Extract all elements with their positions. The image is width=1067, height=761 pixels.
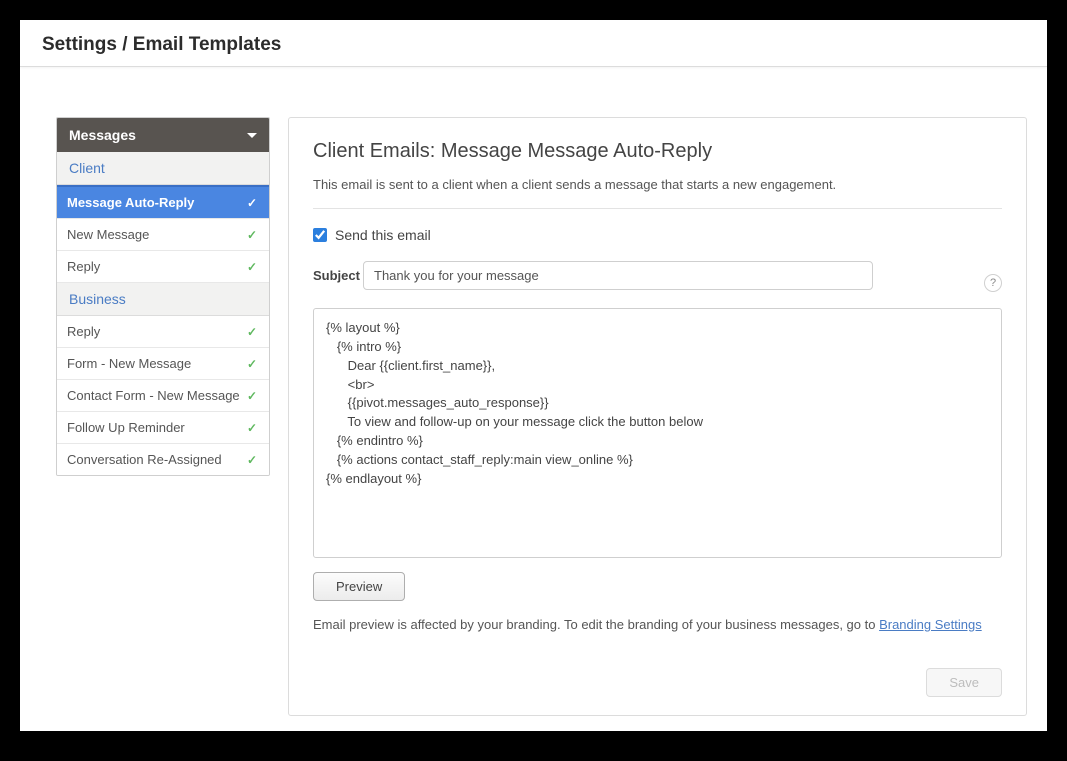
check-icon: ✓	[247, 325, 257, 339]
sidebar-section-business: Business	[57, 283, 269, 316]
subject-label: Subject	[313, 268, 363, 283]
subject-input[interactable]	[363, 261, 873, 290]
divider	[313, 208, 1002, 209]
titlebar: Settings / Email Templates	[20, 20, 1047, 67]
send-email-label: Send this email	[335, 227, 431, 243]
sidebar-item-label: Contact Form - New Message	[67, 388, 240, 403]
branding-hint: Email preview is affected by your brandi…	[313, 617, 1002, 632]
sidebar-item-label: Form - New Message	[67, 356, 191, 371]
check-icon: ✓	[247, 228, 257, 242]
sidebar-header-label: Messages	[69, 127, 136, 143]
email-body-editor[interactable]	[313, 308, 1002, 558]
check-icon: ✓	[247, 357, 257, 371]
sidebar-item-label: Conversation Re-Assigned	[67, 452, 222, 467]
content-heading: Client Emails: Message Message Auto-Repl…	[313, 140, 1002, 163]
sidebar-item-label: Follow Up Reminder	[67, 420, 185, 435]
sidebar-item-form-new-message[interactable]: Form - New Message ✓	[57, 348, 269, 380]
sidebar-item-follow-up-reminder[interactable]: Follow Up Reminder ✓	[57, 412, 269, 444]
sidebar-item-label: New Message	[67, 227, 149, 242]
sidebar-header[interactable]: Messages	[57, 118, 269, 152]
sidebar-item-reply-client[interactable]: Reply ✓	[57, 251, 269, 283]
sidebar: Messages Client Message Auto-Reply ✓ New…	[56, 117, 270, 476]
sidebar-item-contact-form-new-message[interactable]: Contact Form - New Message ✓	[57, 380, 269, 412]
check-icon: ✓	[247, 453, 257, 467]
sidebar-item-label: Message Auto-Reply	[67, 195, 194, 210]
sidebar-item-label: Reply	[67, 324, 100, 339]
help-icon[interactable]: ?	[984, 274, 1002, 292]
check-icon: ✓	[247, 421, 257, 435]
send-email-checkbox[interactable]	[313, 228, 327, 242]
check-icon: ✓	[247, 260, 257, 274]
content-description: This email is sent to a client when a cl…	[313, 177, 1002, 192]
check-icon: ✓	[247, 196, 257, 210]
sidebar-section-client: Client	[57, 152, 269, 185]
branding-settings-link[interactable]: Branding Settings	[879, 617, 982, 632]
sidebar-item-label: Reply	[67, 259, 100, 274]
chevron-down-icon	[247, 133, 257, 138]
sidebar-item-conversation-reassigned[interactable]: Conversation Re-Assigned ✓	[57, 444, 269, 475]
page-title: Settings / Email Templates	[42, 34, 1025, 56]
sidebar-item-reply-business[interactable]: Reply ✓	[57, 316, 269, 348]
hint-text: Email preview is affected by your brandi…	[313, 617, 879, 632]
save-button[interactable]: Save	[926, 668, 1002, 697]
sidebar-item-message-auto-reply[interactable]: Message Auto-Reply ✓	[57, 185, 269, 219]
preview-button[interactable]: Preview	[313, 572, 405, 601]
check-icon: ✓	[247, 389, 257, 403]
content-panel: Client Emails: Message Message Auto-Repl…	[288, 117, 1027, 716]
sidebar-item-new-message[interactable]: New Message ✓	[57, 219, 269, 251]
